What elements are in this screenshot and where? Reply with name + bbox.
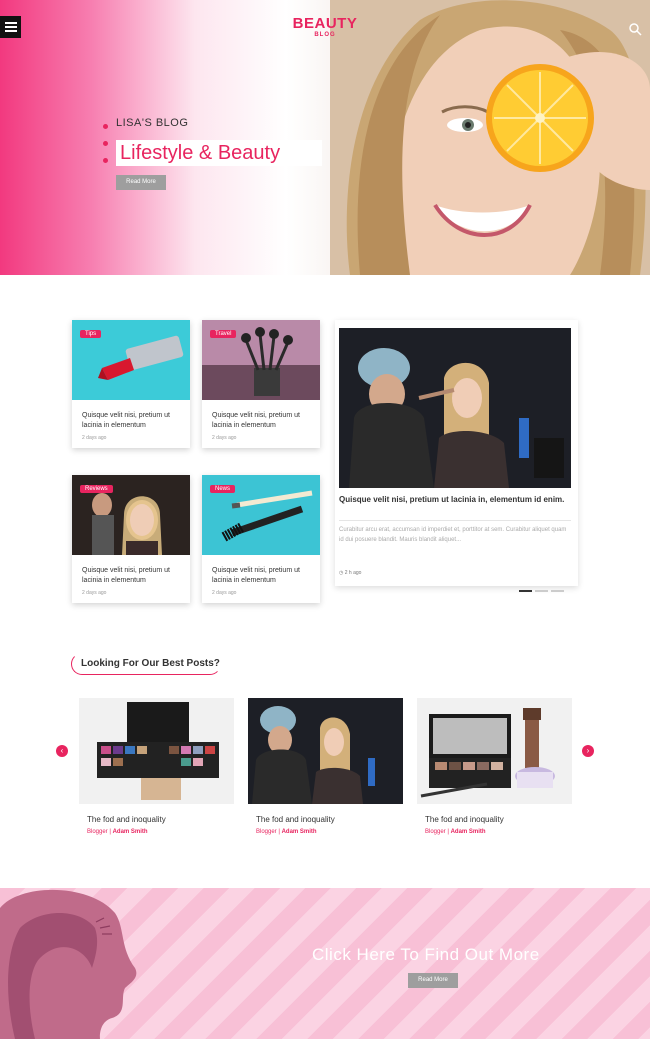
card-image: Tips — [72, 320, 190, 400]
featured-date: ◷ 2 h ago — [339, 570, 361, 576]
logo-main: BEAUTY — [292, 15, 358, 32]
banner-read-more-button[interactable]: Read More — [408, 973, 458, 988]
card-date: 2 days ago — [82, 435, 107, 441]
card-tag[interactable]: Travel — [210, 330, 237, 338]
card-title[interactable]: Quisque velit nisi, pretium ut lacinia i… — [212, 411, 312, 431]
post-image — [417, 698, 572, 804]
card-title[interactable]: Quisque velit nisi, pretium ut lacinia i… — [212, 566, 312, 586]
author-name[interactable]: Adam Smith — [113, 829, 148, 835]
post-image — [79, 698, 234, 804]
makeup-session-image — [248, 698, 403, 804]
featured-title[interactable]: Quisque velit nisi, pretium ut lacinia i… — [339, 493, 571, 506]
makeup-session-image — [339, 328, 571, 488]
bullet-dot — [103, 141, 108, 146]
featured-date-text: 2 h ago — [344, 570, 362, 576]
bullet-dot — [103, 158, 108, 163]
page: BEAUTY BLOG LISA'S BLOG Lifestyle & Beau… — [0, 0, 650, 1039]
logo-sub: BLOG — [314, 32, 336, 38]
chevron-left-icon[interactable]: ‹ — [56, 745, 68, 757]
post-card[interactable]: Tips Quisque velit nisi, pretium ut laci… — [72, 320, 190, 448]
featured-excerpt: Curabitur arcu erat, accumsan id imperdi… — [339, 527, 567, 543]
card-image: Reviews — [72, 475, 190, 555]
hero-section: BEAUTY BLOG LISA'S BLOG Lifestyle & Beau… — [0, 0, 650, 275]
hero-title: Lifestyle & Beauty — [116, 140, 322, 166]
card-image: Travel — [202, 320, 320, 400]
divider — [339, 520, 571, 521]
eyeshadow-image — [417, 698, 572, 804]
post-author[interactable]: Blogger | Adam Smith — [87, 829, 148, 835]
card-title[interactable]: Quisque velit nisi, pretium ut lacinia i… — [82, 411, 182, 431]
author-prefix: Blogger | — [425, 829, 449, 835]
best-post-card[interactable]: The fod and inoquality Blogger | Adam Sm… — [417, 698, 572, 844]
hamburger-line — [4, 30, 17, 32]
card-date: 2 days ago — [212, 435, 237, 441]
post-card[interactable]: News Quisque velit nisi, pretium ut laci… — [202, 475, 320, 603]
palette-image — [79, 698, 234, 804]
featured-image — [339, 328, 571, 488]
slider-dot-active[interactable] — [519, 590, 532, 592]
best-post-card[interactable]: The fod and inoquality Blogger | Adam Sm… — [79, 698, 234, 844]
card-tag[interactable]: Reviews — [80, 485, 113, 493]
search-icon[interactable] — [628, 22, 642, 36]
card-tag[interactable]: Tips — [80, 330, 102, 338]
post-author[interactable]: Blogger | Adam Smith — [256, 829, 317, 835]
post-image — [248, 698, 403, 804]
best-post-card[interactable]: The fod and inoquality Blogger | Adam Sm… — [248, 698, 403, 844]
hero-photo — [330, 0, 650, 275]
hero-dots — [103, 124, 108, 175]
featured-post[interactable]: Quisque velit nisi, pretium ut lacinia i… — [335, 320, 578, 592]
author-prefix: Blogger | — [256, 829, 280, 835]
author-name[interactable]: Adam Smith — [282, 829, 317, 835]
post-title[interactable]: The fod and inoquality — [87, 815, 166, 824]
post-title[interactable]: The fod and inoquality — [425, 815, 504, 824]
post-card[interactable]: Travel Quisque velit nisi, pretium ut la… — [202, 320, 320, 448]
card-image: News — [202, 475, 320, 555]
slider-dot[interactable] — [535, 590, 548, 592]
cta-banner: Click Here To Find Out More Read More — [0, 888, 650, 1039]
slider-indicator — [519, 579, 567, 597]
banner-title: Click Here To Find Out More — [312, 945, 540, 964]
author-prefix: Blogger | — [87, 829, 111, 835]
hero-subtitle: LISA'S BLOG — [116, 117, 189, 129]
card-tag[interactable]: News — [210, 485, 236, 493]
post-title[interactable]: The fod and inoquality — [256, 815, 335, 824]
card-title[interactable]: Quisque velit nisi, pretium ut lacinia i… — [82, 566, 182, 586]
hero-read-more-button[interactable]: Read More — [116, 175, 166, 190]
card-date: 2 days ago — [82, 590, 107, 596]
site-logo[interactable]: BEAUTY BLOG — [292, 15, 358, 38]
hamburger-icon — [4, 22, 17, 24]
post-author[interactable]: Blogger | Adam Smith — [425, 829, 486, 835]
menu-button[interactable] — [0, 16, 21, 38]
author-name[interactable]: Adam Smith — [451, 829, 486, 835]
slider-dot[interactable] — [551, 590, 564, 592]
best-posts-heading: Looking For Our Best Posts? — [71, 653, 221, 675]
woman-silhouette-icon — [0, 889, 137, 1039]
chevron-right-icon[interactable]: › — [582, 745, 594, 757]
post-card[interactable]: Reviews Quisque velit nisi, pretium ut l… — [72, 475, 190, 603]
card-date: 2 days ago — [212, 590, 237, 596]
bullet-dot — [103, 124, 108, 129]
hamburger-line — [4, 26, 17, 28]
